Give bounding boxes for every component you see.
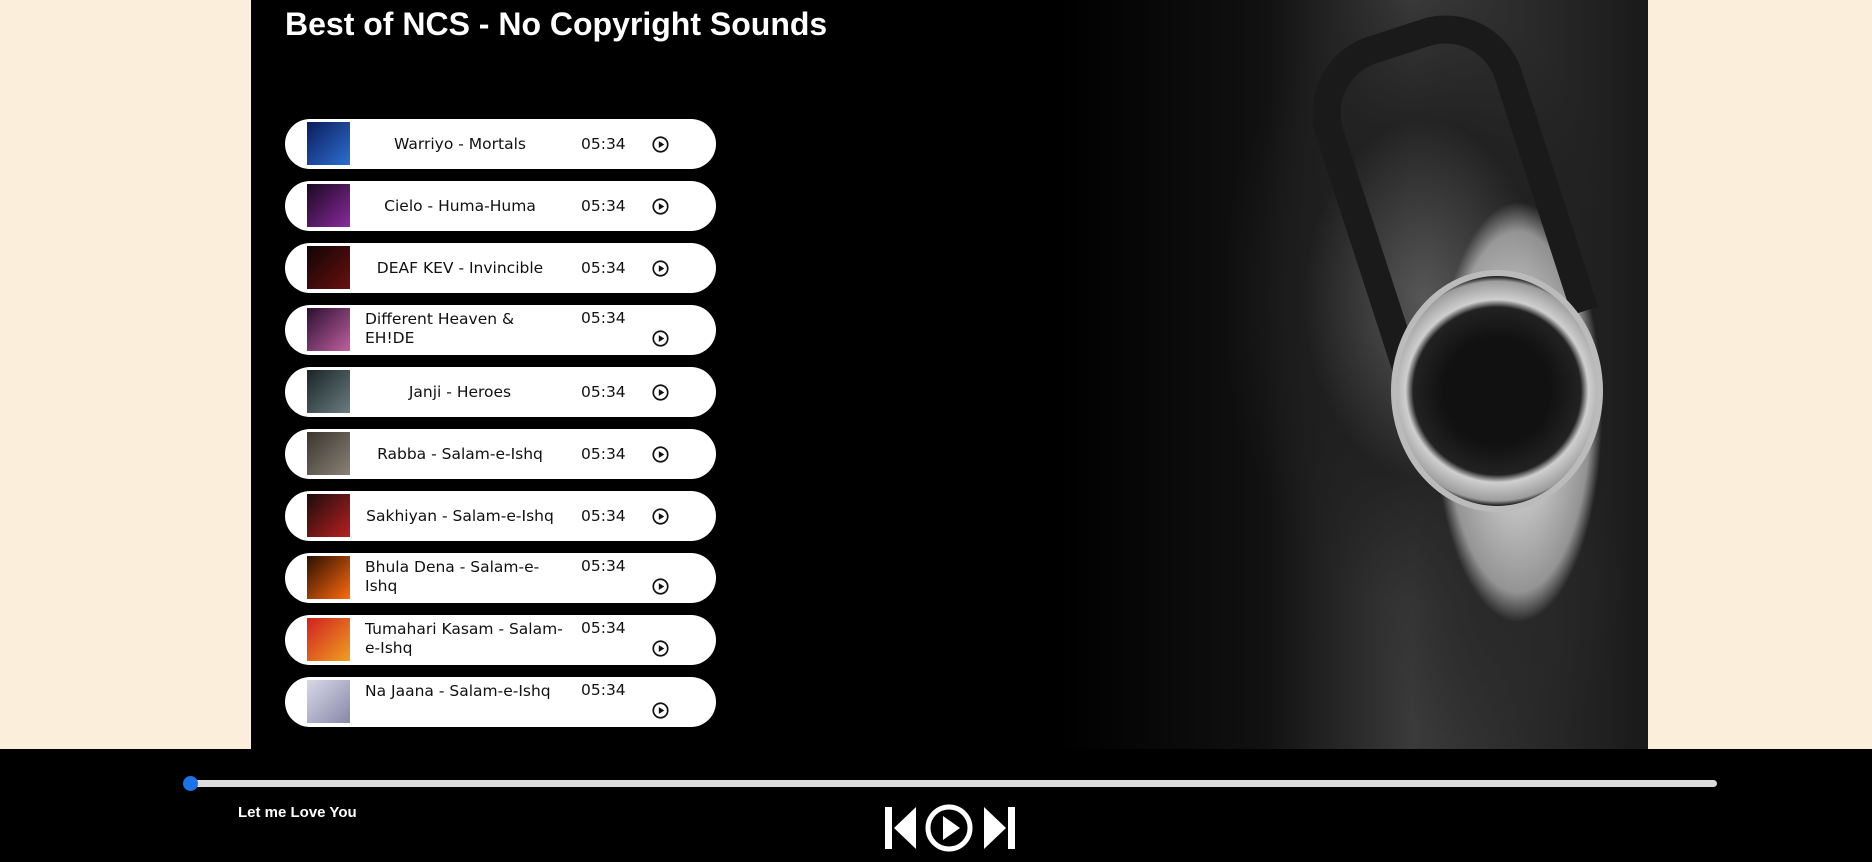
play-icon[interactable]	[652, 330, 669, 347]
play-icon[interactable]	[652, 197, 669, 215]
song-duration: 05:34	[581, 507, 626, 525]
song-cover	[307, 184, 350, 227]
song-cover	[307, 246, 350, 289]
song-duration: 05:34	[581, 309, 626, 327]
play-icon[interactable]	[652, 640, 669, 657]
song-item[interactable]: DEAF KEV - Invincible 05:34	[285, 243, 716, 293]
song-item[interactable]: Sakhiyan - Salam-e-Ishq 05:34	[285, 491, 716, 541]
song-name: Sakhiyan - Salam-e-Ishq	[366, 507, 554, 525]
song-cover	[307, 432, 350, 475]
song-name: Cielo - Huma-Huma	[384, 197, 536, 215]
play-icon[interactable]	[652, 507, 669, 525]
song-item[interactable]: Janji - Heroes 05:34	[285, 367, 716, 417]
song-item[interactable]: Warriyo - Mortals 05:34	[285, 119, 716, 169]
play-icon[interactable]	[652, 383, 669, 401]
play-icon[interactable]	[652, 135, 669, 153]
play-icon[interactable]	[652, 445, 669, 463]
song-cover	[307, 680, 350, 723]
song-item[interactable]: Na Jaana - Salam-e-Ishq 05:34	[285, 677, 716, 727]
song-cover	[307, 494, 350, 537]
progress-thumb[interactable]	[183, 776, 198, 791]
song-item[interactable]: Tumahari Kasam - Salam-e-Ishq 05:34	[285, 615, 716, 665]
song-item[interactable]: Cielo - Huma-Huma 05:34	[285, 181, 716, 231]
song-duration: 05:34	[581, 681, 626, 699]
play-icon[interactable]	[652, 578, 669, 595]
hero-image	[1058, 0, 1648, 749]
song-name: Na Jaana - Salam-e-Ishq	[365, 682, 551, 700]
song-item[interactable]: Different Heaven & EH!DE 05:34	[285, 305, 716, 355]
song-duration: 05:34	[581, 619, 626, 637]
song-list: Warriyo - Mortals 05:34 Cielo - Huma-Hum…	[285, 119, 716, 739]
song-name: Warriyo - Mortals	[394, 135, 526, 153]
song-duration: 05:34	[581, 197, 626, 215]
progress-bar[interactable]	[188, 780, 1717, 787]
song-name: Tumahari Kasam - Salam-e-Ishq	[365, 620, 563, 657]
song-name: Janji - Heroes	[408, 383, 512, 401]
play-icon[interactable]	[652, 702, 669, 719]
song-name: Different Heaven & EH!DE	[365, 310, 515, 347]
page-title: Best of NCS - No Copyright Sounds	[285, 6, 828, 42]
previous-icon[interactable]	[884, 805, 918, 851]
song-duration: 05:34	[581, 135, 626, 153]
song-cover	[307, 122, 350, 165]
song-name: Bhula Dena - Salam-e-Ishq	[365, 558, 540, 595]
song-item[interactable]: Rabba - Salam-e-Ishq 05:34	[285, 429, 716, 479]
song-name: DEAF KEV - Invincible	[376, 259, 544, 277]
next-icon[interactable]	[982, 805, 1016, 851]
song-duration: 05:34	[581, 259, 626, 277]
song-duration: 05:34	[581, 445, 626, 463]
song-cover	[307, 370, 350, 413]
play-icon[interactable]	[652, 259, 669, 277]
player-bar: Let me Love You	[0, 749, 1872, 862]
song-cover	[307, 556, 350, 599]
song-cover	[307, 618, 350, 661]
now-playing-title: Let me Love You	[238, 804, 357, 821]
main-container: Best of NCS - No Copyright Sounds Warriy…	[251, 0, 1648, 749]
headphone-cup	[1391, 270, 1603, 512]
song-name: Rabba - Salam-e-Ishq	[377, 445, 543, 463]
main-play-icon[interactable]	[924, 803, 974, 853]
song-item[interactable]: Bhula Dena - Salam-e-Ishq 05:34	[285, 553, 716, 603]
song-duration: 05:34	[581, 383, 626, 401]
song-cover	[307, 308, 350, 351]
song-duration: 05:34	[581, 557, 626, 575]
